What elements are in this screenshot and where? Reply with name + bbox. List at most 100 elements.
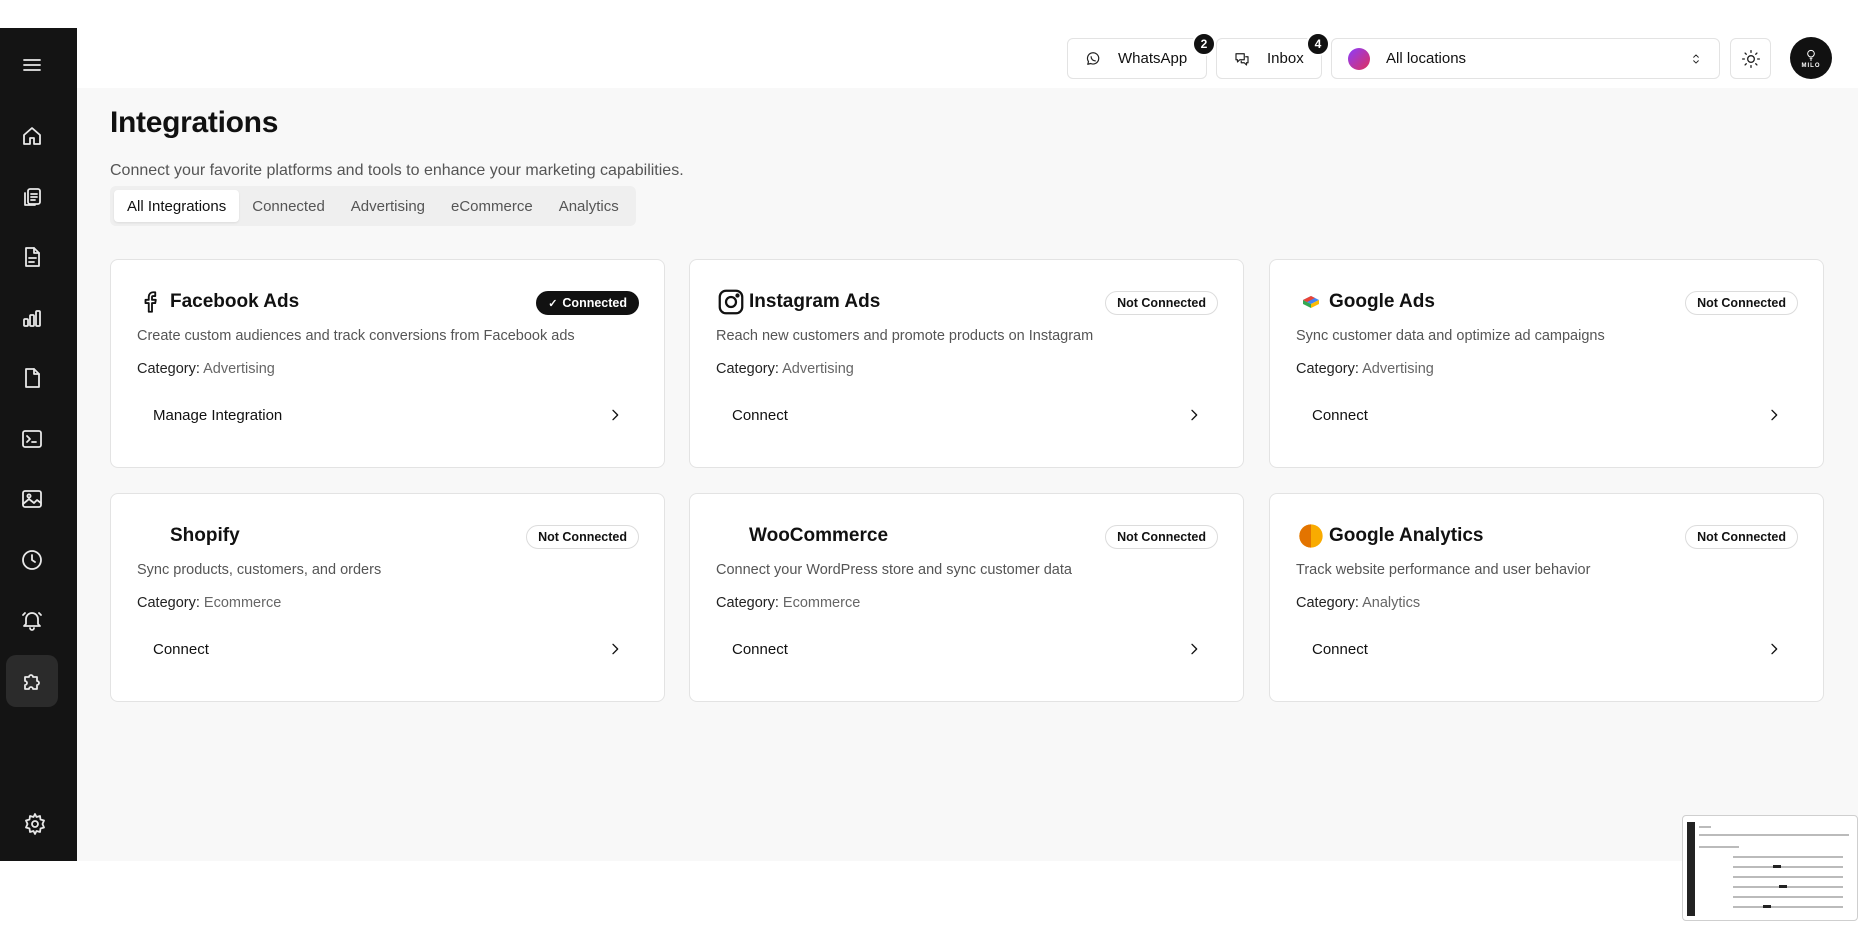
location-select-value: All locations (1386, 50, 1467, 67)
image-icon (22, 490, 42, 508)
inbox-button[interactable]: Inbox 4 (1216, 32, 1330, 79)
card-category: Category: Advertising (716, 361, 854, 377)
sidebar-item-files[interactable] (6, 352, 58, 404)
status-badge: Not Connected (1685, 525, 1798, 549)
card-title: Google Analytics (1329, 525, 1484, 546)
connect-button[interactable]: Connect (1296, 631, 1798, 667)
sidebar-item-settings[interactable] (9, 798, 61, 850)
connect-button[interactable]: Connect (716, 631, 1218, 667)
card-category: Category: Advertising (1296, 361, 1434, 377)
card-action-label: Connect (153, 640, 209, 658)
avatar[interactable]: MILO (1790, 37, 1832, 79)
card-action-label: Connect (1312, 406, 1368, 424)
sidebar-item-home[interactable] (6, 110, 58, 162)
theme-toggle-button[interactable] (1730, 38, 1771, 79)
tab-ecommerce[interactable]: eCommerce (438, 190, 546, 222)
card-title: Instagram Ads (749, 291, 881, 312)
category-value: Advertising (782, 361, 854, 377)
tab-all-integrations[interactable]: All Integrations (114, 190, 240, 222)
terminal-icon (22, 430, 42, 448)
shopify-logo-icon (137, 521, 167, 551)
document-icon (25, 247, 40, 267)
category-value: Ecommerce (782, 595, 861, 611)
chat-icon (1235, 52, 1249, 66)
category-value: Advertising (1362, 361, 1434, 377)
clock-icon (22, 550, 42, 570)
chevron-right-icon (612, 643, 619, 655)
category-value: Advertising (203, 361, 275, 377)
connect-button[interactable]: Connect (1296, 397, 1798, 433)
category-value: Analytics (1362, 595, 1421, 611)
manage-integration-button[interactable]: Manage Integration (137, 397, 639, 433)
file-icon (25, 368, 40, 388)
card-action-label: Connect (732, 640, 788, 658)
thumbnail-sidebar (1687, 822, 1695, 916)
thumbnail-line (1733, 856, 1843, 858)
sidebar-item-analytics[interactable] (6, 292, 58, 344)
sidebar-item-documents[interactable] (6, 231, 58, 283)
whatsapp-label: WhatsApp (1118, 50, 1188, 67)
instagram-logo-icon (716, 287, 746, 317)
bar-chart-icon (23, 310, 41, 327)
sun-icon (1741, 49, 1760, 68)
card-description: Track website performance and user behav… (1296, 562, 1591, 578)
tab-analytics[interactable]: Analytics (546, 190, 632, 222)
google-ads-logo-icon (1296, 287, 1326, 317)
top-strip (0, 0, 1858, 28)
sidebar-item-history[interactable] (6, 534, 58, 586)
card-action-label: Manage Integration (153, 406, 283, 424)
thumbnail-line (1733, 906, 1843, 908)
screenshot-thumbnail[interactable] (1682, 815, 1858, 921)
location-color-dot (1348, 47, 1370, 70)
chevron-right-icon (1191, 409, 1198, 421)
status-badge: ✓ Connected (536, 291, 639, 315)
tab-connected[interactable]: Connected (239, 190, 338, 222)
inbox-label: Inbox (1267, 50, 1304, 67)
category-key: Category: (137, 595, 200, 611)
thumbnail-line (1699, 826, 1711, 828)
card-description: Create custom audiences and track conver… (137, 328, 575, 344)
integration-card-woocommerce: WooCommerce Not Connected Connect your W… (689, 493, 1244, 702)
card-description: Reach new customers and promote products… (716, 328, 1094, 344)
sidebar (0, 28, 77, 861)
sidebar-item-notifications[interactable] (6, 594, 58, 646)
thumbnail-block (1779, 885, 1787, 888)
card-category: Category: Ecommerce (716, 595, 860, 611)
app-root: WhatsApp 2 Inbox 4 All locations MILO In… (0, 0, 1858, 951)
category-key: Category: (716, 361, 779, 377)
card-description: Sync products, customers, and orders (137, 562, 382, 578)
integration-card-shopify: Shopify Not Connected Sync products, cus… (110, 493, 665, 702)
card-title: WooCommerce (749, 525, 889, 546)
status-badge: Not Connected (1105, 525, 1218, 549)
tab-advertising[interactable]: Advertising (338, 190, 438, 222)
chevron-up-down-icon (1693, 53, 1699, 64)
category-key: Category: (1296, 361, 1359, 377)
integration-tabs: All Integrations Connected Advertising e… (110, 186, 636, 226)
sidebar-item-media[interactable] (6, 473, 58, 525)
integration-card-instagram-ads: Instagram Ads Not Connected Reach new cu… (689, 259, 1244, 468)
puzzle-icon (24, 674, 40, 690)
sidebar-item-console[interactable] (6, 413, 58, 465)
chevron-right-icon (1771, 643, 1778, 655)
bottom-area (0, 861, 1858, 951)
thumbnail-line (1733, 876, 1843, 878)
home-icon (23, 127, 41, 145)
page-title: Integrations (110, 106, 279, 139)
menu-button[interactable] (6, 39, 58, 91)
card-description: Sync customer data and optimize ad campa… (1296, 328, 1605, 344)
settings-icon (25, 813, 45, 835)
card-category: Category: Advertising (137, 361, 275, 377)
sidebar-item-integrations[interactable] (6, 655, 58, 707)
connect-button[interactable]: Connect (137, 631, 639, 667)
card-title: Shopify (170, 525, 240, 546)
whatsapp-button[interactable]: WhatsApp 2 (1067, 32, 1216, 79)
integration-card-google-analytics: Google Analytics Not Connected Track web… (1269, 493, 1824, 702)
location-select[interactable]: All locations (1331, 38, 1720, 79)
sidebar-item-campaigns[interactable] (6, 171, 58, 223)
bell-icon (22, 612, 42, 631)
top-header: WhatsApp 2 Inbox 4 All locations MILO (77, 28, 1858, 88)
whatsapp-count-badge: 2 (1192, 32, 1216, 56)
connect-button[interactable]: Connect (716, 397, 1218, 433)
main-area: WhatsApp 2 Inbox 4 All locations MILO In… (77, 28, 1858, 861)
thumbnail-block (1773, 865, 1781, 868)
